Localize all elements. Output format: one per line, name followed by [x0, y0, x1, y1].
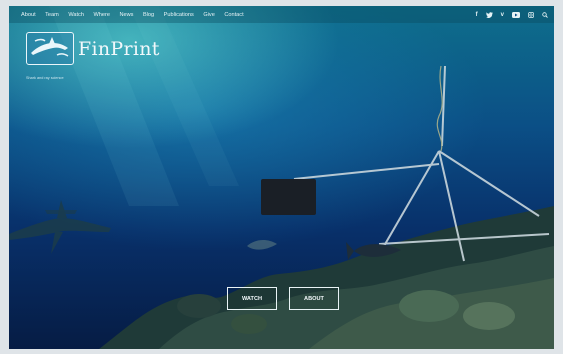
about-button[interactable]: ABOUT: [289, 287, 339, 310]
nav-item-contact[interactable]: Contact: [224, 12, 243, 18]
shark-silhouette: [9, 200, 111, 254]
nav-links: About Team Watch Where News Blog Publica…: [21, 12, 253, 18]
search-icon[interactable]: [542, 11, 548, 18]
social-icons: f v: [476, 6, 548, 23]
nav-item-blog[interactable]: Blog: [143, 12, 154, 18]
brand-logo[interactable]: FinPrint: [26, 32, 160, 65]
youtube-icon[interactable]: [512, 11, 520, 18]
nav-item-team[interactable]: Team: [45, 12, 59, 18]
vimeo-icon[interactable]: v: [501, 12, 504, 18]
nav-item-watch[interactable]: Watch: [68, 12, 84, 18]
twitter-icon[interactable]: [485, 11, 493, 18]
nav-item-give[interactable]: Give: [203, 12, 215, 18]
brand-name: FinPrint: [78, 37, 160, 60]
instagram-icon[interactable]: [528, 11, 534, 18]
top-nav: About Team Watch Where News Blog Publica…: [9, 6, 554, 23]
hero-background: About Team Watch Where News Blog Publica…: [9, 6, 554, 349]
facebook-icon[interactable]: f: [476, 12, 478, 18]
nav-item-where[interactable]: Where: [93, 12, 109, 18]
camera-housing: [261, 179, 316, 215]
nav-item-publications[interactable]: Publications: [164, 12, 194, 18]
nav-item-about[interactable]: About: [21, 12, 36, 18]
watch-button[interactable]: WATCH: [227, 287, 277, 310]
brand-tagline: Shark and ray science: [26, 76, 64, 80]
shark-logo-icon: [26, 32, 74, 65]
nav-item-news[interactable]: News: [119, 12, 133, 18]
